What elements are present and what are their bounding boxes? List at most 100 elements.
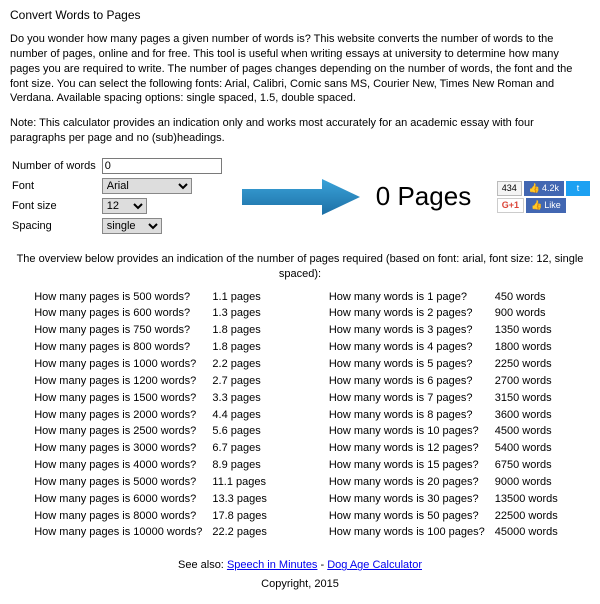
answer-cell: 5.6 pages (212, 424, 274, 439)
overview-intro: The overview below provides an indicatio… (10, 252, 590, 282)
note-text: Note: This calculator provides an indica… (10, 116, 590, 146)
twitter-icon: t (577, 183, 580, 193)
question-cell: How many words is 5 pages? (329, 357, 493, 372)
question-cell: How many words is 8 pages? (329, 408, 493, 423)
twitter-button[interactable]: t (566, 181, 590, 196)
answer-cell: 6.7 pages (212, 441, 274, 456)
table-row: How many words is 6 pages?2700 words (329, 374, 566, 389)
answer-cell: 13.3 pages (212, 492, 274, 507)
question-cell: How many pages is 1200 words? (34, 374, 210, 389)
question-cell: How many words is 12 pages? (329, 441, 493, 456)
question-cell: How many words is 20 pages? (329, 475, 493, 490)
question-cell: How many pages is 1000 words? (34, 357, 210, 372)
question-cell: How many pages is 750 words? (34, 323, 210, 338)
table-row: How many pages is 8000 words?17.8 pages (34, 509, 275, 524)
size-select[interactable]: 12 (102, 198, 147, 214)
table-row: How many pages is 6000 words?13.3 pages (34, 492, 275, 507)
converter-row: Number of words Font Arial Font size 12 … (10, 156, 590, 238)
answer-cell: 1.3 pages (212, 306, 274, 321)
gplus-button[interactable]: G+1 (497, 198, 524, 213)
answer-cell: 4500 words (495, 424, 566, 439)
question-cell: How many pages is 2500 words? (34, 424, 210, 439)
question-cell: How many words is 4 pages? (329, 340, 493, 355)
font-label: Font (12, 178, 100, 196)
table-row: How many pages is 4000 words?8.9 pages (34, 458, 275, 473)
form-table: Number of words Font Arial Font size 12 … (10, 156, 228, 238)
question-cell: How many words is 100 pages? (329, 525, 493, 540)
link-dog-age[interactable]: Dog Age Calculator (327, 559, 422, 571)
table-row: How many pages is 750 words?1.8 pages (34, 323, 275, 338)
page-title: Convert Words to Pages (10, 8, 590, 22)
footer: See also: Speech in Minutes - Dog Age Ca… (10, 558, 590, 592)
social-buttons: 434 👍4.2k t G+1 👍Like (497, 181, 590, 213)
question-cell: How many words is 50 pages? (329, 509, 493, 524)
question-cell: How many words is 1 page? (329, 290, 493, 305)
answer-cell: 9000 words (495, 475, 566, 490)
intro-text: Do you wonder how many pages a given num… (10, 32, 590, 106)
answer-cell: 4.4 pages (212, 408, 274, 423)
table-row: How many words is 8 pages?3600 words (329, 408, 566, 423)
answer-cell: 1350 words (495, 323, 566, 338)
question-cell: How many pages is 2000 words? (34, 408, 210, 423)
answer-cell: 13500 words (495, 492, 566, 507)
table-row: How many words is 20 pages?9000 words (329, 475, 566, 490)
pages-to-words-table: How many words is 1 page?450 wordsHow ma… (327, 288, 568, 543)
question-cell: How many pages is 6000 words? (34, 492, 210, 507)
table-row: How many words is 1 page?450 words (329, 290, 566, 305)
font-select[interactable]: Arial (102, 178, 192, 194)
question-cell: How many pages is 600 words? (34, 306, 210, 321)
table-row: How many pages is 800 words?1.8 pages (34, 340, 275, 355)
question-cell: How many pages is 800 words? (34, 340, 210, 355)
see-also-label: See also: (178, 559, 224, 571)
answer-cell: 11.1 pages (212, 475, 274, 490)
question-cell: How many pages is 3000 words? (34, 441, 210, 456)
question-cell: How many pages is 8000 words? (34, 509, 210, 524)
question-cell: How many pages is 500 words? (34, 290, 210, 305)
table-row: How many pages is 1000 words?2.2 pages (34, 357, 275, 372)
link-speech-minutes[interactable]: Speech in Minutes (227, 559, 318, 571)
answer-cell: 1.8 pages (212, 340, 274, 355)
table-row: How many pages is 600 words?1.3 pages (34, 306, 275, 321)
answer-cell: 2250 words (495, 357, 566, 372)
table-row: How many words is 30 pages?13500 words (329, 492, 566, 507)
question-cell: How many pages is 4000 words? (34, 458, 210, 473)
thumb-up-icon: 👍 (531, 200, 542, 211)
question-cell: How many pages is 10000 words? (34, 525, 210, 540)
words-input[interactable] (102, 158, 222, 174)
question-cell: How many words is 30 pages? (329, 492, 493, 507)
question-cell: How many words is 7 pages? (329, 391, 493, 406)
thumb-up-icon: 👍 (529, 183, 540, 194)
words-label: Number of words (12, 158, 100, 176)
size-label: Font size (12, 198, 100, 216)
answer-cell: 8.9 pages (212, 458, 274, 473)
answer-cell: 22.2 pages (212, 525, 274, 540)
answer-cell: 900 words (495, 306, 566, 321)
question-cell: How many words is 3 pages? (329, 323, 493, 338)
answer-cell: 1.1 pages (212, 290, 274, 305)
table-row: How many words is 12 pages?5400 words (329, 441, 566, 456)
share-count-button[interactable]: 434 (497, 181, 522, 196)
table-row: How many words is 7 pages?3150 words (329, 391, 566, 406)
table-row: How many pages is 1500 words?3.3 pages (34, 391, 275, 406)
answer-cell: 3150 words (495, 391, 566, 406)
fb-like-button-2[interactable]: 👍Like (526, 198, 566, 213)
table-row: How many pages is 2000 words?4.4 pages (34, 408, 275, 423)
answer-cell: 22500 words (495, 509, 566, 524)
overview-tables: How many pages is 500 words?1.1 pagesHow… (10, 288, 590, 543)
question-cell: How many words is 6 pages? (329, 374, 493, 389)
spacing-label: Spacing (12, 218, 100, 236)
answer-cell: 17.8 pages (212, 509, 274, 524)
table-row: How many pages is 500 words?1.1 pages (34, 290, 275, 305)
table-row: How many words is 5 pages?2250 words (329, 357, 566, 372)
answer-cell: 3.3 pages (212, 391, 274, 406)
question-cell: How many pages is 1500 words? (34, 391, 210, 406)
answer-cell: 1800 words (495, 340, 566, 355)
table-row: How many words is 10 pages?4500 words (329, 424, 566, 439)
answer-cell: 450 words (495, 290, 566, 305)
table-row: How many words is 50 pages?22500 words (329, 509, 566, 524)
spacing-select[interactable]: single (102, 218, 162, 234)
table-row: How many pages is 1200 words?2.7 pages (34, 374, 275, 389)
fb-like-button[interactable]: 👍4.2k (524, 181, 564, 196)
table-row: How many words is 4 pages?1800 words (329, 340, 566, 355)
question-cell: How many words is 10 pages? (329, 424, 493, 439)
